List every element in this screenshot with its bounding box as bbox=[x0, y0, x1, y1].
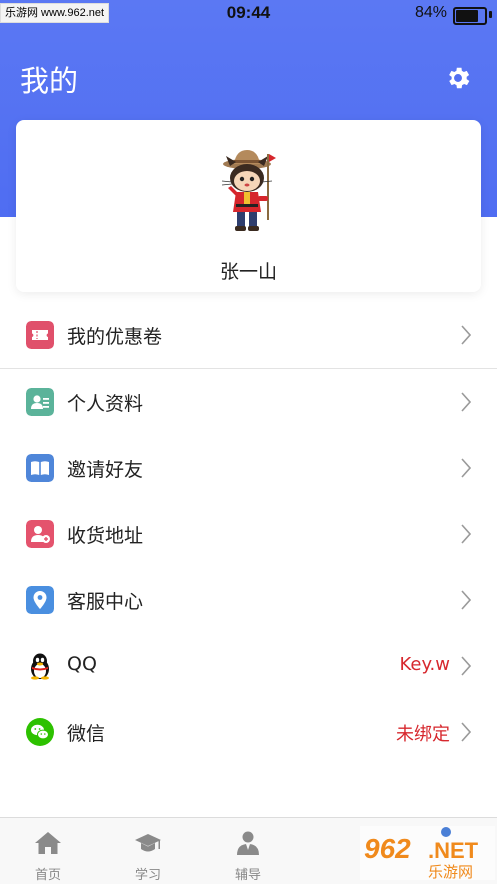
battery-fill bbox=[456, 10, 478, 22]
menu-item-customer-service[interactable]: 客服中心 bbox=[0, 567, 497, 633]
menu-item-label: 客服中心 bbox=[67, 591, 144, 613]
coupon-icon bbox=[26, 321, 54, 349]
home-icon bbox=[35, 832, 61, 854]
watermark-logo-suffix: .NET bbox=[428, 838, 479, 863]
tab-label: 首页 bbox=[34, 868, 61, 883]
menu-item-qq[interactable]: QQ Key.w bbox=[0, 633, 497, 699]
chevron-right-icon bbox=[461, 392, 471, 412]
battery-icon bbox=[453, 7, 487, 25]
wechat-icon bbox=[26, 718, 54, 746]
watermark-logo-chinese: 乐游网 bbox=[428, 863, 473, 880]
user-add-icon bbox=[26, 520, 54, 548]
chevron-right-icon bbox=[461, 325, 471, 345]
avatar[interactable] bbox=[214, 148, 288, 234]
battery-percent: 84% bbox=[414, 4, 447, 21]
tab-label: 学习 bbox=[134, 868, 161, 883]
chevron-right-icon bbox=[461, 524, 471, 544]
graduation-cap-icon bbox=[135, 834, 161, 852]
menu-item-label: 邀请好友 bbox=[67, 459, 144, 481]
menu-item-label: 个人资料 bbox=[67, 393, 144, 415]
menu-item-label: 微信 bbox=[67, 723, 106, 745]
tab-tutoring[interactable]: 辅导 bbox=[208, 818, 288, 884]
menu-item-value: Key.w bbox=[399, 654, 450, 675]
watermark-logo: 962 .NET 乐游网 bbox=[360, 826, 495, 880]
menu-item-label: 收货地址 bbox=[67, 525, 144, 547]
username: 张一山 bbox=[219, 261, 277, 283]
menu-item-value: 未绑定 bbox=[396, 724, 450, 745]
watermark-logo-number: 962 bbox=[364, 833, 411, 864]
chevron-right-icon bbox=[461, 656, 471, 676]
settings-menu: 我的优惠卷 个人资料 邀请好友 收货地址 客服中心 QQ Key.w 微信 未绑… bbox=[0, 302, 497, 765]
qq-penguin-icon bbox=[31, 653, 49, 680]
chevron-right-icon bbox=[461, 722, 471, 742]
chevron-right-icon bbox=[461, 590, 471, 610]
gear-icon[interactable] bbox=[444, 64, 472, 92]
menu-item-label: QQ bbox=[67, 653, 97, 675]
menu-item-profile[interactable]: 个人资料 bbox=[0, 369, 497, 435]
battery-nub bbox=[489, 11, 492, 18]
location-pin-icon bbox=[26, 586, 54, 614]
menu-item-coupons[interactable]: 我的优惠卷 bbox=[0, 302, 497, 368]
menu-item-invite[interactable]: 邀请好友 bbox=[0, 435, 497, 501]
tab-home[interactable]: 首页 bbox=[8, 818, 88, 884]
tab-label: 辅导 bbox=[234, 868, 261, 883]
book-icon bbox=[26, 454, 54, 482]
menu-item-wechat[interactable]: 微信 未绑定 bbox=[0, 699, 497, 765]
profile-card-icon bbox=[26, 388, 54, 416]
tab-study[interactable]: 学习 bbox=[108, 818, 188, 884]
menu-item-address[interactable]: 收货地址 bbox=[0, 501, 497, 567]
chevron-right-icon bbox=[461, 458, 471, 478]
status-bar: 乐游网 www.962.net 09:44 84% bbox=[0, 0, 497, 28]
page-title: 我的 bbox=[20, 64, 79, 98]
profile-card[interactable]: 张一山 bbox=[16, 120, 481, 292]
menu-item-label: 我的优惠卷 bbox=[67, 326, 163, 348]
tutor-icon bbox=[237, 831, 259, 855]
